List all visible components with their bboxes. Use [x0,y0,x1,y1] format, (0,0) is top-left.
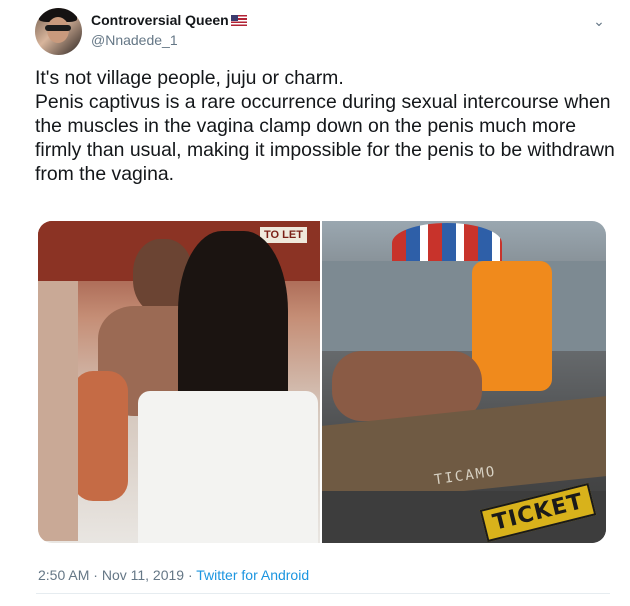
photo-left[interactable]: TO LET [38,221,320,543]
meta-separator: · [184,567,197,583]
child-figure [73,371,128,501]
avatar-glasses [45,25,71,31]
display-name[interactable]: Controversial Queen [91,12,229,28]
us-flag-icon [230,14,247,26]
umbrella [392,223,502,263]
tweet-line-2: Penis captivus is a rare occurrence duri… [35,91,615,185]
to-let-sign: TO LET [260,227,307,243]
user-name-row[interactable]: Controversial Queen [91,12,247,28]
chevron-down-icon[interactable]: ⌄ [590,12,608,30]
white-cloth [138,391,318,543]
bystander-left [38,281,78,541]
avatar[interactable] [35,8,82,55]
orange-shirt-man [472,261,552,391]
tweet-text: It's not village people, juju or charm. … [35,66,615,186]
tweet-date[interactable]: Nov 11, 2019 [102,567,184,583]
tweet-metadata: 2:50 AM · Nov 11, 2019 · Twitter for And… [38,567,309,583]
meta-separator: · [89,567,102,583]
tweet-line-1: It's not village people, juju or charm. [35,67,344,89]
crowd-background [322,261,606,351]
divider [36,593,610,594]
tweet-time[interactable]: 2:50 AM [38,567,89,583]
user-handle[interactable]: @Nnadede_1 [91,32,178,48]
media-grid: TO LET TICAMO TICKET [38,221,606,543]
photo-right[interactable]: TICAMO TICKET [322,221,606,543]
tweet-source-link[interactable]: Twitter for Android [196,567,309,583]
tweet-card: Controversial Queen @Nnadede_1 ⌄ It's no… [0,0,630,606]
